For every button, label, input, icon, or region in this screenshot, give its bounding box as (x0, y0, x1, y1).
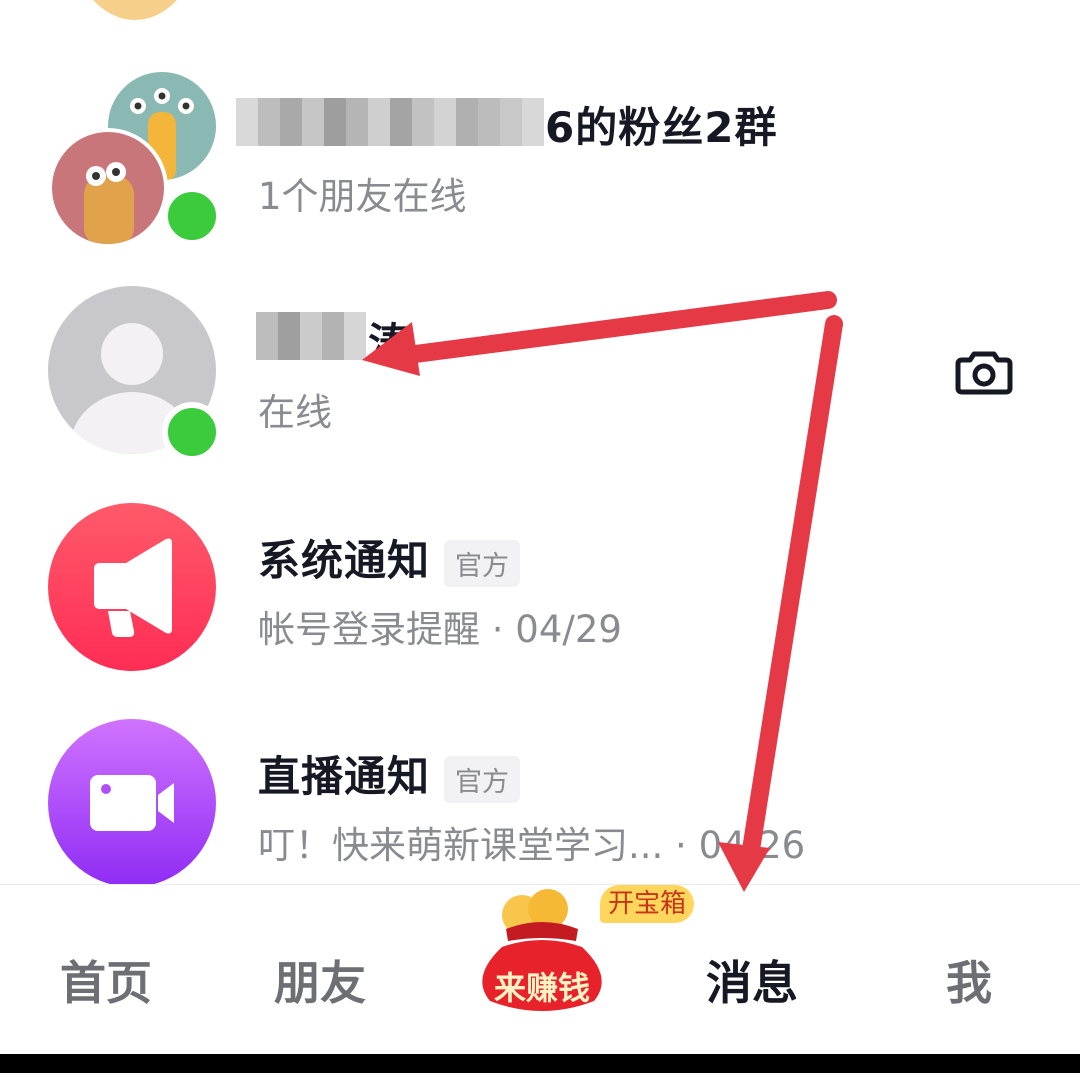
system-notice-avatar (48, 503, 216, 671)
conversation-name: 涛 (368, 319, 412, 368)
conversation-name: 系统通知 官方 (258, 527, 521, 588)
megaphone-icon (94, 538, 172, 637)
conversation-row-live-notice[interactable]: 直播通知 官方 叮！快来萌新课堂学习... · 04/26 (0, 719, 1080, 884)
official-badge: 官方 (444, 756, 521, 803)
tab-me[interactable]: 我 (946, 947, 992, 1013)
conversation-subtitle: 1个朋友在线 (258, 175, 467, 218)
conversation-subtitle: 在线 (258, 391, 332, 434)
bottom-tab-bar: 首页 朋友 来赚钱 开宝箱 消息 我 (0, 884, 1080, 1055)
redacted-name-mosaic (236, 98, 544, 146)
online-indicator (162, 186, 222, 246)
conversation-row-fan-group[interactable]: 6的粉丝2群 1个朋友在线 (0, 60, 1080, 260)
tab-messages[interactable]: 消息 (706, 947, 798, 1013)
earn-money-label: 来赚钱 (493, 969, 590, 1007)
live-notice-avatar (48, 719, 216, 884)
conversation-name: 6的粉丝2群 (545, 103, 778, 152)
conversation-subtitle: 帐号登录提醒 · 04/29 (258, 608, 622, 651)
tab-home[interactable]: 首页 (60, 947, 152, 1013)
system-nav-strip (0, 1054, 1080, 1073)
video-camera-icon (90, 775, 174, 831)
tab-friends[interactable]: 朋友 (274, 947, 366, 1013)
redacted-name-mosaic (256, 312, 366, 360)
online-indicator (162, 402, 222, 462)
conversation-name: 直播通知 官方 (258, 743, 521, 804)
partial-avatar[interactable] (70, 0, 200, 20)
earn-money-button[interactable]: 来赚钱 (462, 885, 622, 1015)
official-badge: 官方 (444, 540, 521, 587)
conversation-subtitle: 叮！快来萌新课堂学习... · 04/26 (258, 824, 806, 867)
group-avatar-front (48, 128, 168, 248)
conversation-row-system-notice[interactable]: 系统通知 官方 帐号登录提醒 · 04/29 (0, 503, 1080, 703)
conversation-row-contact[interactable]: 涛 在线 (0, 286, 1080, 486)
camera-icon[interactable] (954, 342, 1014, 402)
conversation-list: 6的粉丝2群 1个朋友在线 涛 在线 系统通知 官方 帐号登录提醒 · 04/2… (0, 0, 1080, 884)
open-treasure-badge[interactable]: 开宝箱 (600, 885, 695, 923)
